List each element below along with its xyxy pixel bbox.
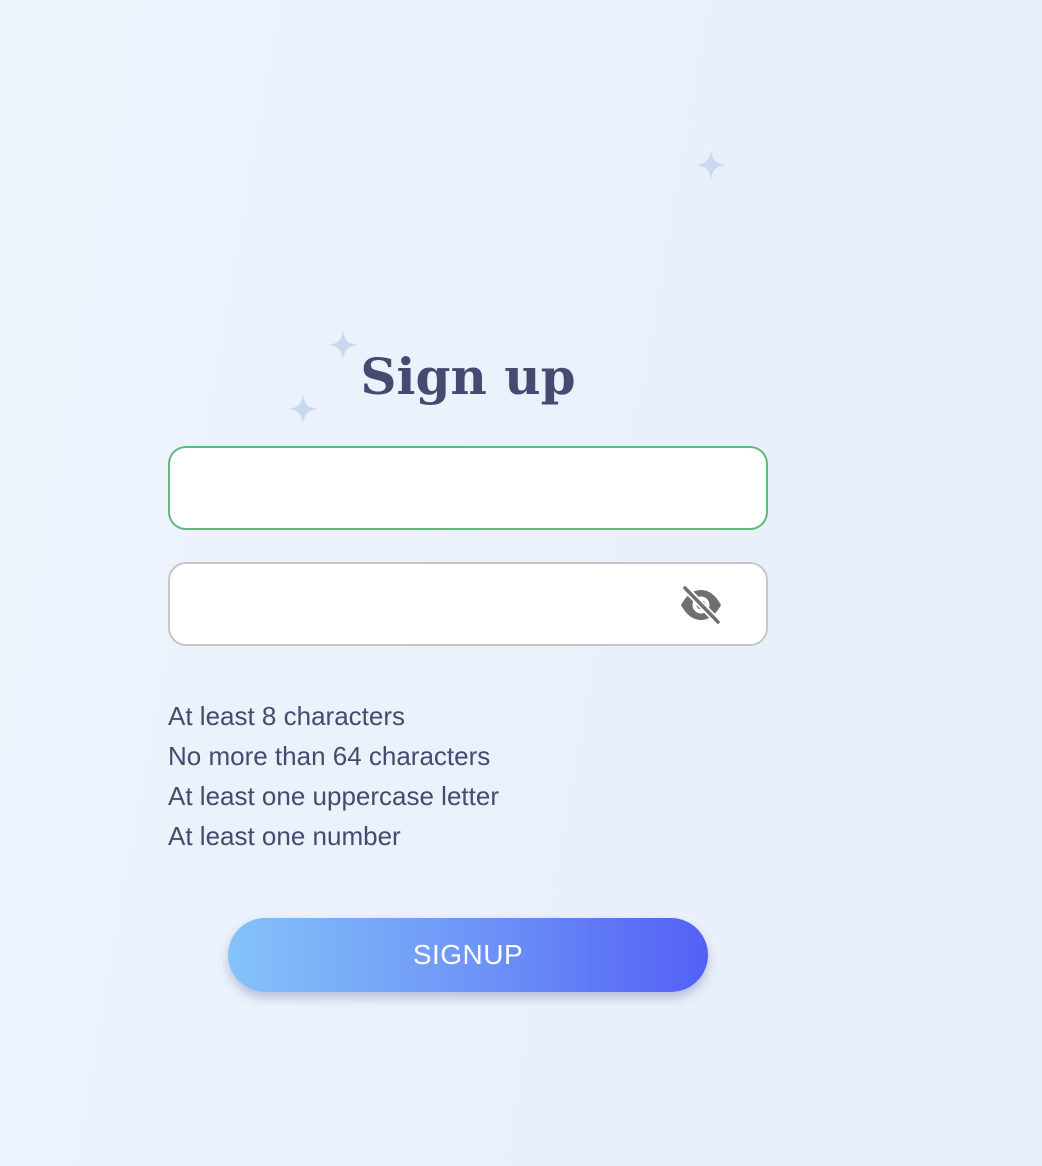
password-requirements: At least 8 characters No more than 64 ch… [168,696,499,856]
signup-button[interactable]: SIGNUP [228,918,708,992]
password-rule: No more than 64 characters [168,741,491,771]
password-rule: At least one uppercase letter [168,781,499,811]
sparkle-icon [696,150,726,180]
password-input[interactable] [170,564,766,644]
password-rule: At least one number [168,821,401,851]
password-rule: At least 8 characters [168,701,405,731]
password-field[interactable] [168,562,768,646]
username-input[interactable] [170,448,766,528]
username-field[interactable] [168,446,768,530]
eye-slash-icon[interactable] [678,585,724,625]
page-title: Sign up [360,347,576,406]
